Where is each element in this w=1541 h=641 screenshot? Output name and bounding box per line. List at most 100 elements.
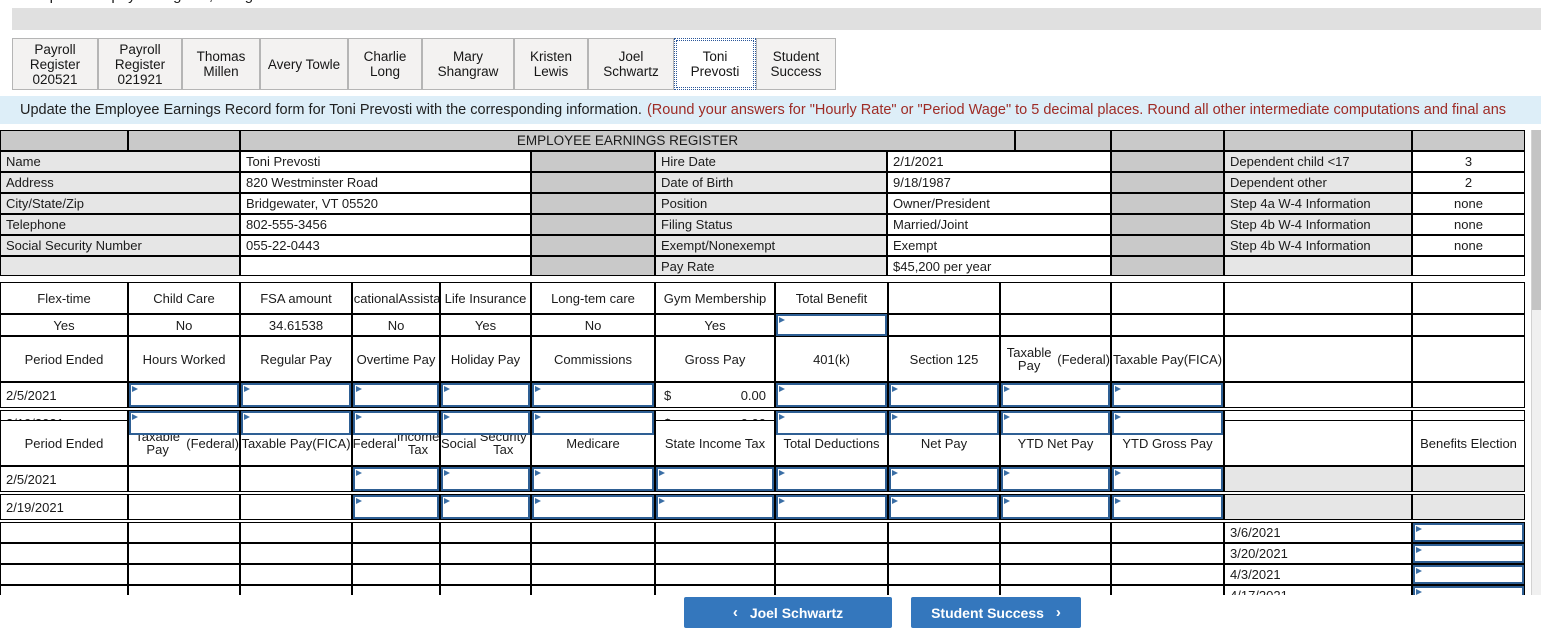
deductions-input[interactable]	[656, 495, 774, 519]
vertical-scrollbar[interactable]	[1531, 130, 1541, 595]
earnings-input[interactable]	[1112, 411, 1223, 435]
deductions-input[interactable]	[1001, 495, 1110, 519]
earnings-input[interactable]	[241, 411, 351, 435]
earnings-input[interactable]	[532, 383, 654, 407]
header-band	[12, 8, 1541, 30]
earnings-header-0: Period Ended	[0, 336, 128, 382]
worksheet-tab-thomas-millen[interactable]: Thomas Millen	[182, 38, 260, 90]
deductions-blank-cell	[1412, 494, 1525, 520]
title-band-pad2	[1111, 130, 1224, 151]
info-value-mid: 2/1/2021	[887, 151, 1111, 172]
info-value-right: 3	[1412, 151, 1525, 172]
worksheet-tab-bar[interactable]: Payroll Register 020521 Payroll Register …	[0, 30, 1541, 96]
info-spacer-1	[531, 172, 655, 193]
election-blank-cell	[888, 522, 1000, 543]
earnings-input[interactable]	[129, 383, 239, 407]
earnings-input[interactable]	[776, 383, 887, 407]
earnings-input[interactable]	[353, 411, 439, 435]
deductions-input[interactable]	[1112, 467, 1223, 491]
benefits-header-6: Gym Membership	[655, 282, 775, 314]
deductions-input[interactable]	[889, 495, 999, 519]
benefits-value-5: No	[531, 314, 655, 336]
worksheet-tab-kristen-lewis[interactable]: Kristen Lewis	[514, 38, 588, 90]
election-blank-cell	[1000, 564, 1111, 585]
election-blank-cell	[0, 543, 128, 564]
info-value-right: 2	[1412, 172, 1525, 193]
election-blank-cell	[1111, 522, 1224, 543]
worksheet-tab-mary-shangraw[interactable]: Mary Shangraw	[422, 38, 514, 90]
gross-pay-currency: $	[664, 387, 672, 403]
election-blank-cell	[352, 522, 440, 543]
worksheet-tab-payroll-register-020521[interactable]: Payroll Register 020521	[12, 38, 98, 90]
benefits-election-input[interactable]	[1413, 523, 1524, 542]
worksheet-tab-label: Kristen Lewis	[529, 49, 573, 79]
election-blank-cell	[128, 585, 240, 595]
earnings-input[interactable]	[889, 383, 999, 407]
earnings-input[interactable]	[1112, 383, 1223, 407]
deductions-input[interactable]	[353, 495, 439, 519]
earnings-input[interactable]	[889, 411, 999, 435]
deductions-input[interactable]	[1001, 467, 1110, 491]
deductions-input[interactable]	[353, 467, 439, 491]
earnings-header-9: Taxable Pay (Federal)	[1000, 336, 1111, 382]
prev-sheet-button[interactable]: ‹ Joel Schwartz	[684, 597, 892, 628]
earnings-input[interactable]	[353, 383, 439, 407]
benefits-value-blank-4	[1224, 314, 1412, 336]
worksheet-tab-label: Avery Towle	[267, 56, 341, 72]
worksheet-tab-toni-prevosti[interactable]: Toni Prevosti	[674, 38, 756, 90]
employee-earnings-register-grid[interactable]: EMPLOYEE EARNINGS REGISTER Name Toni Prevo…	[0, 130, 1541, 595]
election-blank-cell	[655, 543, 775, 564]
deductions-input[interactable]	[441, 495, 530, 519]
worksheet-tab-joel-schwartz[interactable]: Joel Schwartz	[588, 38, 674, 90]
deductions-input[interactable]	[532, 495, 654, 519]
earnings-input[interactable]	[441, 411, 530, 435]
earnings-input[interactable]	[241, 383, 351, 407]
earnings-input[interactable]	[532, 411, 654, 435]
info-label-right: Step 4b W-4 Information	[1224, 214, 1412, 235]
worksheet-tab-avery-towle[interactable]: Avery Towle	[260, 38, 348, 90]
election-blank-cell	[240, 522, 352, 543]
info-label-right: Dependent child <17	[1224, 151, 1412, 172]
worksheet-tab-payroll-register-021921[interactable]: Payroll Register 021921	[98, 38, 182, 90]
earnings-input[interactable]	[1001, 383, 1110, 407]
deductions-cell	[240, 466, 352, 492]
benefits-election-input[interactable]	[1413, 586, 1524, 595]
election-blank-cell	[1111, 585, 1224, 595]
benefits-election-input[interactable]	[1413, 565, 1524, 584]
deductions-blank-cell	[1224, 466, 1412, 492]
deductions-input[interactable]	[889, 467, 999, 491]
benefits-election-input[interactable]	[1413, 544, 1524, 563]
prev-sheet-label: Joel Schwartz	[749, 604, 844, 621]
deductions-input[interactable]	[1112, 495, 1223, 519]
earnings-header-1: Hours Worked	[128, 336, 240, 382]
total-benefit-input[interactable]	[776, 314, 887, 336]
election-blank-cell	[531, 543, 655, 564]
info-value-left: 055-22-0443	[240, 235, 531, 256]
benefits-value-3: No	[352, 314, 440, 336]
register-title: EMPLOYEE EARNINGS REGISTER	[240, 130, 1015, 151]
title-band-left	[0, 130, 128, 151]
deductions-cell	[128, 466, 240, 492]
info-value-left: 802-555-3456	[240, 214, 531, 235]
earnings-input[interactable]	[441, 383, 530, 407]
earnings-input[interactable]	[129, 411, 239, 435]
earnings-input[interactable]	[1001, 411, 1110, 435]
worksheet-tab-charlie-long[interactable]: Charlie Long	[348, 38, 422, 90]
next-sheet-button[interactable]: Student Success ›	[911, 597, 1081, 628]
earnings-header-8: Section 125	[888, 336, 1000, 382]
earnings-input[interactable]	[776, 411, 887, 435]
info-spacer-2	[1111, 151, 1224, 172]
deductions-input[interactable]	[441, 467, 530, 491]
deductions-input[interactable]	[656, 467, 774, 491]
election-blank-cell	[531, 585, 655, 595]
info-value-left: Bridgewater, VT 05520	[240, 193, 531, 214]
info-value-right	[1412, 256, 1525, 276]
benefits-header-blank-2	[1000, 282, 1111, 314]
info-spacer-2	[1111, 193, 1224, 214]
deductions-input[interactable]	[776, 467, 887, 491]
deductions-input[interactable]	[532, 467, 654, 491]
worksheet-tab-student-success[interactable]: Student Success	[756, 38, 836, 90]
scrollbar-thumb[interactable]	[1532, 130, 1541, 310]
benefits-header-0: Flex-time	[0, 282, 128, 314]
deductions-input[interactable]	[776, 495, 887, 519]
